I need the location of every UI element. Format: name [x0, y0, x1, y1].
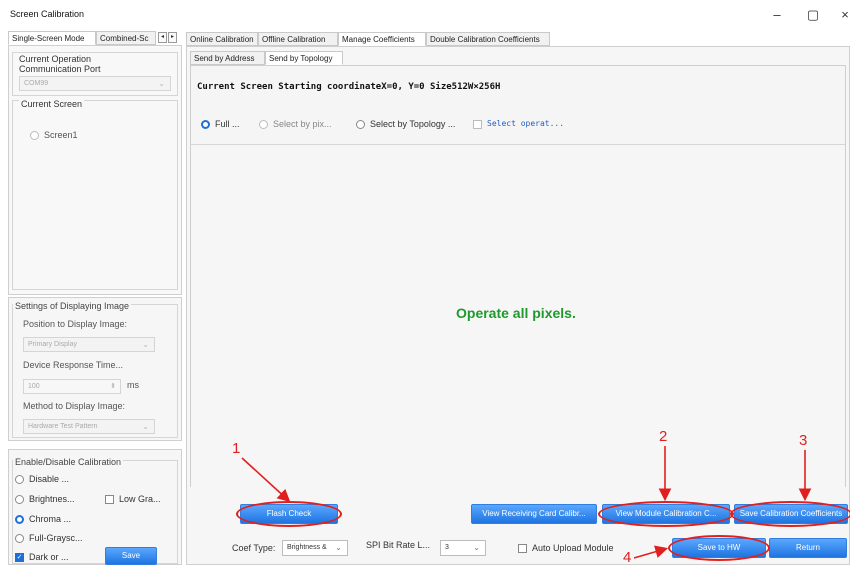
annotation-arrow-4: [633, 545, 669, 559]
annotation-arrow-1: [241, 457, 291, 503]
annotation-arrows: [241, 446, 812, 559]
